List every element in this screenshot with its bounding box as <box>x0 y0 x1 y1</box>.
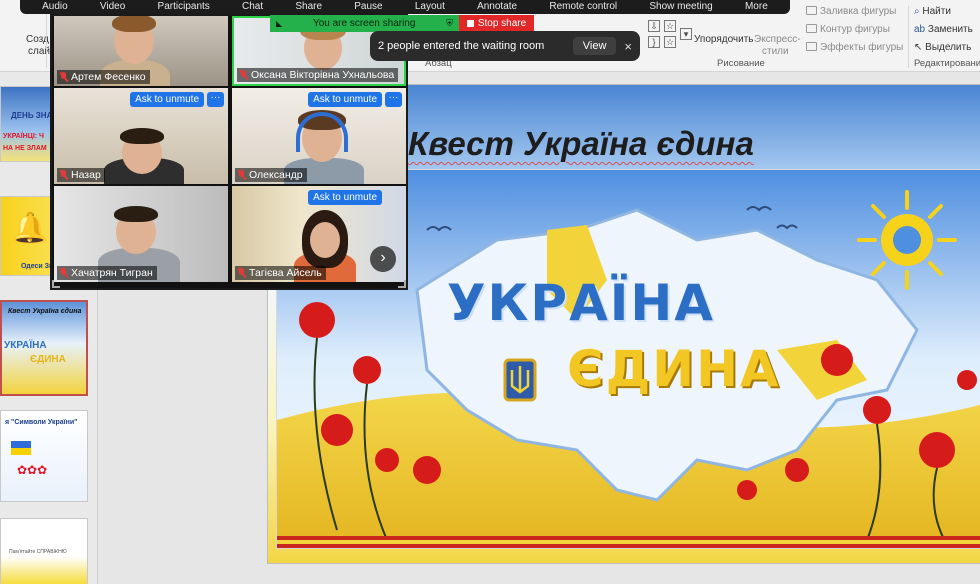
toolbar-pause-button[interactable]: Pause <box>354 0 382 14</box>
participant-name-tag: Назар <box>57 168 105 182</box>
cursor-icon: ↖ <box>914 42 926 53</box>
ask-to-unmute-button[interactable]: Ask to unmute <box>308 92 382 107</box>
video-tile-4[interactable]: Ask to unmute ··· Олександр <box>232 88 406 184</box>
zoom-meeting-toolbar: Audio Video Participants Chat Share Paus… <box>20 0 790 14</box>
thumb-text: Квест Україна єдина <box>8 308 82 315</box>
quick-styles-button-2[interactable]: стили <box>762 46 789 57</box>
toolbar-more-button[interactable]: More <box>745 0 768 14</box>
select-button[interactable]: ↖ Выделить <box>914 42 971 53</box>
shape-star-icon-2[interactable]: ☆ <box>664 36 676 48</box>
waiting-room-message: 2 people entered the waiting room <box>378 40 545 52</box>
toolbar-chat-button[interactable]: Chat <box>242 0 263 14</box>
thumb-text: я "Символи України" <box>5 419 78 426</box>
shape-gallery-more-icon[interactable]: ▾ <box>680 28 692 40</box>
toolbar-show-meeting-button[interactable]: Show meeting <box>649 0 712 14</box>
toolbar-share-button[interactable]: Share <box>295 0 322 14</box>
shape-effects-button[interactable]: Эффекты фигуры <box>806 42 903 53</box>
zoom-video-gallery[interactable]: Артем Фесенко Оксана Вікторівна Ухнальов… <box>50 14 408 290</box>
quick-styles-button[interactable]: Экспресс- <box>754 34 801 45</box>
arrange-button[interactable]: Упорядочить <box>694 34 754 45</box>
participant-hair <box>112 16 156 32</box>
participant-name-tag: Тагієва Айсель <box>235 266 326 280</box>
video-tile-6[interactable]: Ask to unmute Тагієва Айсель › <box>232 186 406 282</box>
mic-muted-icon <box>59 268 68 278</box>
ask-to-unmute-button[interactable]: Ask to unmute <box>308 190 382 205</box>
next-page-chevron-icon[interactable]: › <box>370 246 396 272</box>
stop-share-button[interactable]: Stop share <box>459 15 534 32</box>
mic-muted-icon <box>59 72 68 82</box>
participant-name-tag: Артем Фесенко <box>57 70 150 84</box>
ribbon-separator <box>46 6 47 68</box>
participant-name-tag: Олександр <box>235 168 307 182</box>
resize-handle-icon[interactable] <box>398 280 406 288</box>
ask-to-unmute-button[interactable]: Ask to unmute <box>130 92 204 107</box>
poster-word-united: ЄДИНА <box>567 340 781 398</box>
stop-square-icon <box>466 20 474 27</box>
slide-thumbnail-5[interactable]: Пам'ятайте СПРАВЖНЮ <box>0 518 88 584</box>
shape-fill-button[interactable]: Заливка фигуры <box>806 6 896 17</box>
slide-thumbnail-3[interactable]: Квест Україна єдина УКРАЇНА ЄДИНА <box>0 300 88 396</box>
pen-outline-icon <box>806 24 817 33</box>
shape-star-icon[interactable]: ☆ <box>664 20 676 32</box>
flag-icon <box>11 441 31 455</box>
waiting-room-notification: 2 people entered the waiting room View × <box>370 31 640 61</box>
toolbar-annotate-button[interactable]: Annotate <box>477 0 517 14</box>
video-tile-1[interactable]: Артем Фесенко <box>54 16 228 86</box>
participant-hair <box>120 128 164 144</box>
tile-more-button[interactable]: ··· <box>385 92 402 107</box>
tile-more-button[interactable]: ··· <box>207 92 224 107</box>
sharing-status-text: You are screen sharing <box>312 18 416 29</box>
video-tile-5[interactable]: Хачатрян Тигран <box>54 186 228 282</box>
thumb-text: НА НЕ ЗЛАМ <box>3 145 47 152</box>
replace-icon: ab <box>914 24 928 35</box>
security-shield-icon: ⛨ <box>446 18 453 28</box>
drawing-group-label: Рисование <box>717 58 765 69</box>
mic-muted-icon <box>239 70 248 80</box>
thumb-text: УКРАЇНЦІ: Ч <box>3 133 44 140</box>
ribbon-separator <box>908 6 909 68</box>
participant-hair <box>114 206 158 222</box>
view-waiting-room-button[interactable]: View <box>572 37 617 55</box>
thumb-text: Пам'ятайте СПРАВЖНЮ <box>9 549 67 555</box>
flowers-icon: ✿✿✿ <box>17 463 48 477</box>
screen-sharing-bar: ◣ You are screen sharing ⛨ Stop share <box>270 15 534 32</box>
find-button[interactable]: ⌕ Найти <box>914 6 951 17</box>
sharing-status: ◣ You are screen sharing ⛨ <box>270 15 459 32</box>
editing-group-label: Редактирование <box>914 58 980 69</box>
sun-icon <box>857 190 957 290</box>
toolbar-participants-button[interactable]: Participants <box>158 0 210 14</box>
replace-button[interactable]: ab Заменить <box>914 24 973 35</box>
shape-arrow-icon[interactable]: ⇩ <box>648 20 660 32</box>
slide-thumbnail-4[interactable]: я "Символи України" ✿✿✿ <box>0 410 88 502</box>
bell-icon: 🔔 <box>11 212 49 245</box>
shape-brace-icon[interactable]: } <box>648 36 660 48</box>
participant-face <box>310 222 340 258</box>
mic-muted-icon <box>59 170 68 180</box>
participant-name-tag: Хачатрян Тигран <box>57 266 157 280</box>
thumb-text: ЄДИНА <box>30 354 66 365</box>
poster-word-ukraine: УКРАЇНА <box>447 274 715 332</box>
effects-icon <box>806 42 817 51</box>
slide-title[interactable]: Квест Україна єдина <box>408 125 754 163</box>
toolbar-video-button[interactable]: Video <box>100 0 125 14</box>
video-tile-3[interactable]: Ask to unmute ··· Назар <box>54 88 228 184</box>
resize-handle-icon[interactable] <box>52 280 60 288</box>
participant-name-tag: Оксана Вікторівна Ухнальова <box>237 68 399 82</box>
thumb-text: УКРАЇНА <box>4 340 47 351</box>
mic-muted-icon <box>237 170 246 180</box>
paint-bucket-icon <box>806 6 817 15</box>
trident-emblem-icon <box>503 358 537 402</box>
toolbar-layout-button[interactable]: Layout <box>415 0 445 14</box>
toolbar-audio-button[interactable]: Audio <box>42 0 68 14</box>
mic-muted-icon <box>237 268 246 278</box>
shape-outline-button[interactable]: Контур фигуры <box>806 24 890 35</box>
toolbar-remote-control-button[interactable]: Remote control <box>549 0 617 14</box>
close-icon[interactable]: × <box>624 39 632 54</box>
